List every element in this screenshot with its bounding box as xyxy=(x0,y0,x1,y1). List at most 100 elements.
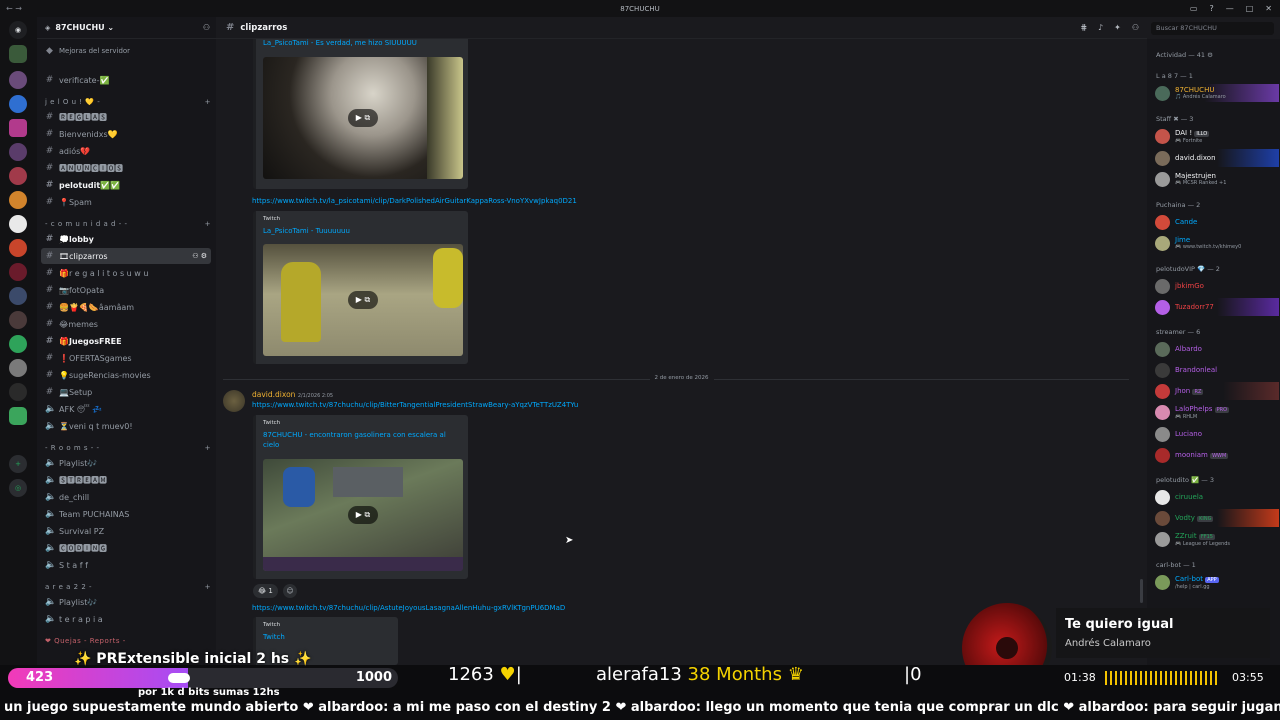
member-item[interactable]: Luciano xyxy=(1155,425,1279,443)
member-item[interactable]: Brandonleal xyxy=(1155,361,1279,379)
member-item[interactable]: mooniam WWM xyxy=(1155,446,1279,464)
server-icon[interactable] xyxy=(9,95,27,113)
member-item[interactable]: DAI ! ILLO 🎮 Fortnite xyxy=(1155,127,1279,145)
voice-staff[interactable]: 🔈 S t a f f xyxy=(41,557,211,573)
channel-ofertas[interactable]: # ❗OFERTASgames xyxy=(41,350,211,366)
add-reaction-icon[interactable]: ☺ xyxy=(283,584,297,598)
guild-header[interactable]: ◈ 87CHUCHU ⌄ ⚇ xyxy=(37,17,216,39)
embed-title[interactable]: Twitch xyxy=(263,632,463,642)
server-icon[interactable] xyxy=(9,71,27,89)
server-icon[interactable] xyxy=(9,119,27,137)
member-item[interactable]: david.dixon xyxy=(1155,149,1279,167)
server-boosts[interactable]: ◆ Mejoras del servidor xyxy=(41,43,211,59)
avatar xyxy=(1155,278,1170,294)
voice-afk[interactable]: 🔈 AFK 😴 💤 xyxy=(41,401,211,417)
server-icon[interactable] xyxy=(9,45,27,63)
play-icon[interactable]: ▶ ⧉ xyxy=(348,506,378,524)
settings-icon[interactable]: ⚇ ⚙ xyxy=(192,252,207,260)
reaction[interactable]: 😂 1 xyxy=(253,584,278,598)
channel-naman[interactable]: # 🍔🍟🍕🌭âamâam xyxy=(41,299,211,315)
help-icon[interactable]: ? xyxy=(1209,4,1213,13)
server-icon[interactable] xyxy=(9,335,27,353)
embed-title[interactable]: 87CHUCHU - encontraron gasolinera con es… xyxy=(263,430,463,450)
channel-spam[interactable]: # 📍Spam xyxy=(41,194,211,210)
channel-verificate[interactable]: # verificate-✅ xyxy=(41,72,211,88)
avatar xyxy=(1155,362,1170,378)
server-icon[interactable] xyxy=(9,383,27,401)
member-item[interactable]: 87CHUCHU 🎵 Andrés Calamaro xyxy=(1155,84,1279,102)
bell-icon[interactable]: ♪ xyxy=(1098,23,1103,32)
member-item[interactable]: Cande xyxy=(1155,213,1279,231)
member-item[interactable]: LaloPhelps PRO 🎮 RHLM xyxy=(1155,403,1279,421)
voice-coding[interactable]: 🔈 🅲🅾🅳🅸🅽🅶 xyxy=(41,540,211,556)
members-icon[interactable]: ⚇ xyxy=(1132,23,1139,32)
channel-lobby[interactable]: # 💭lobby xyxy=(41,231,211,247)
category-quejas[interactable]: ❤ Quejas - Reports - xyxy=(45,637,211,649)
server-icon[interactable] xyxy=(9,311,27,329)
member-item[interactable]: Vodty KING xyxy=(1155,509,1279,527)
member-item[interactable]: Carl-bot APP/help | carl.gg xyxy=(1155,573,1279,591)
server-icon[interactable] xyxy=(9,215,27,233)
channel-reglas[interactable]: # 🆁🅴🅶🅻🅰🆂 xyxy=(41,109,211,125)
clip-thumbnail[interactable]: ▶ ⧉ xyxy=(263,57,463,179)
channel-clipzarros[interactable]: # 🎞clipzarros ⚇ ⚙ xyxy=(41,248,211,264)
server-icon[interactable] xyxy=(9,191,27,209)
channel-bienvenidxs[interactable]: # Bienvenidxs💛 xyxy=(41,126,211,142)
voice-veni[interactable]: 🔈 ⏳veni q t muev0! xyxy=(41,418,211,434)
voice-survival-pz[interactable]: 🔈 Survival PZ xyxy=(41,523,211,539)
play-icon[interactable]: ▶ ⧉ xyxy=(348,291,378,309)
server-icon[interactable] xyxy=(9,143,27,161)
minimize-icon[interactable]: — xyxy=(1226,4,1234,13)
member-item[interactable]: ZZruit FF15 🎮 League of Legends xyxy=(1155,530,1279,548)
pin-icon[interactable]: ✦ xyxy=(1114,23,1121,32)
voice-playlist-2[interactable]: 🔈 Playlist🎶 xyxy=(41,594,211,610)
voice-terapia[interactable]: 🔈 t e r a p i a xyxy=(41,611,211,627)
member-item[interactable]: jbkimGo xyxy=(1155,277,1279,295)
avatar[interactable] xyxy=(223,390,245,412)
server-icon[interactable] xyxy=(9,407,27,425)
channel-anuncios[interactable]: # 🅰🅽🆄🅽🅲🅸🅾🆂 xyxy=(41,160,211,176)
play-icon[interactable]: ▶ ⧉ xyxy=(348,109,378,127)
voice-team-puchainas[interactable]: 🔈 Team PUCHAINAS xyxy=(41,506,211,522)
threads-icon[interactable]: ⋕ xyxy=(1080,23,1087,32)
voice-stream[interactable]: 🔈 🆂🆃🆁🅴🅰🅼 xyxy=(41,472,211,488)
clip-thumbnail[interactable]: ▶ ⧉ xyxy=(263,244,463,356)
channel-memes[interactable]: # 😂memes xyxy=(41,316,211,332)
channel-adios[interactable]: # adiós💔 xyxy=(41,143,211,159)
channel-pelotudit[interactable]: # pelotudit✅✅ xyxy=(41,177,211,193)
server-icon[interactable] xyxy=(9,263,27,281)
embed-title[interactable]: La_PsicoTami - Tuuuuuuu xyxy=(263,226,463,236)
channel-setup[interactable]: # 💻Setup xyxy=(41,384,211,400)
add-server-icon[interactable]: + xyxy=(9,455,27,473)
member-item[interactable]: Jhon RZ xyxy=(1155,382,1279,400)
member-item[interactable]: Tuzadorr77 xyxy=(1155,298,1279,316)
close-icon[interactable]: ✕ xyxy=(1265,4,1272,13)
maximize-icon[interactable]: □ xyxy=(1246,4,1254,13)
add-member-icon[interactable]: ⚇ xyxy=(203,23,210,32)
channel-regalitos[interactable]: # 🎁r e g a l i t o s u w u xyxy=(41,265,211,281)
embed-title[interactable]: La_PsicoTami - Es verdad, me hizo SIUUUU… xyxy=(263,39,463,48)
channel-juegosfree[interactable]: # 🎁JuegosFREE xyxy=(41,333,211,349)
clip-link[interactable]: https://www.twitch.tv/87chuchu/clip/Astu… xyxy=(252,604,565,612)
message-author[interactable]: david.dixon 2/1/2026 2:05 xyxy=(252,390,333,399)
member-item[interactable]: ciruuela xyxy=(1155,488,1279,506)
discord-home-icon[interactable]: ◉ xyxy=(9,21,27,39)
inbox-icon[interactable]: ▭ xyxy=(1190,4,1198,13)
message-link[interactable]: https://www.twitch.tv/87chuchu/clip/Bitt… xyxy=(252,401,578,409)
voice-dechill[interactable]: 🔈 de_chill xyxy=(41,489,211,505)
channel-sugerencias[interactable]: # 💡sugeRencias-movies xyxy=(41,367,211,383)
server-icon[interactable] xyxy=(9,167,27,185)
member-item[interactable]: Albardo xyxy=(1155,340,1279,358)
explore-icon[interactable]: ◎ xyxy=(9,479,27,497)
scrollbar[interactable] xyxy=(1140,579,1143,603)
member-item[interactable]: Jime 🎮 www.twitch.tv/khimey0 xyxy=(1155,234,1279,252)
server-icon[interactable] xyxy=(9,359,27,377)
member-item[interactable]: Majestrujen 🎮 MCSR Ranked +1 xyxy=(1155,170,1279,188)
clip-thumbnail[interactable]: ▶ ⧉ xyxy=(263,459,463,571)
server-icon[interactable] xyxy=(9,287,27,305)
clip-link[interactable]: https://www.twitch.tv/la_psicotami/clip/… xyxy=(252,197,577,205)
voice-playlist[interactable]: 🔈 Playlist🎶 xyxy=(41,455,211,471)
search-input[interactable]: Buscar 87CHUCHU xyxy=(1151,22,1274,35)
server-icon[interactable] xyxy=(9,239,27,257)
channel-fotopata[interactable]: # 📷fotOpata xyxy=(41,282,211,298)
